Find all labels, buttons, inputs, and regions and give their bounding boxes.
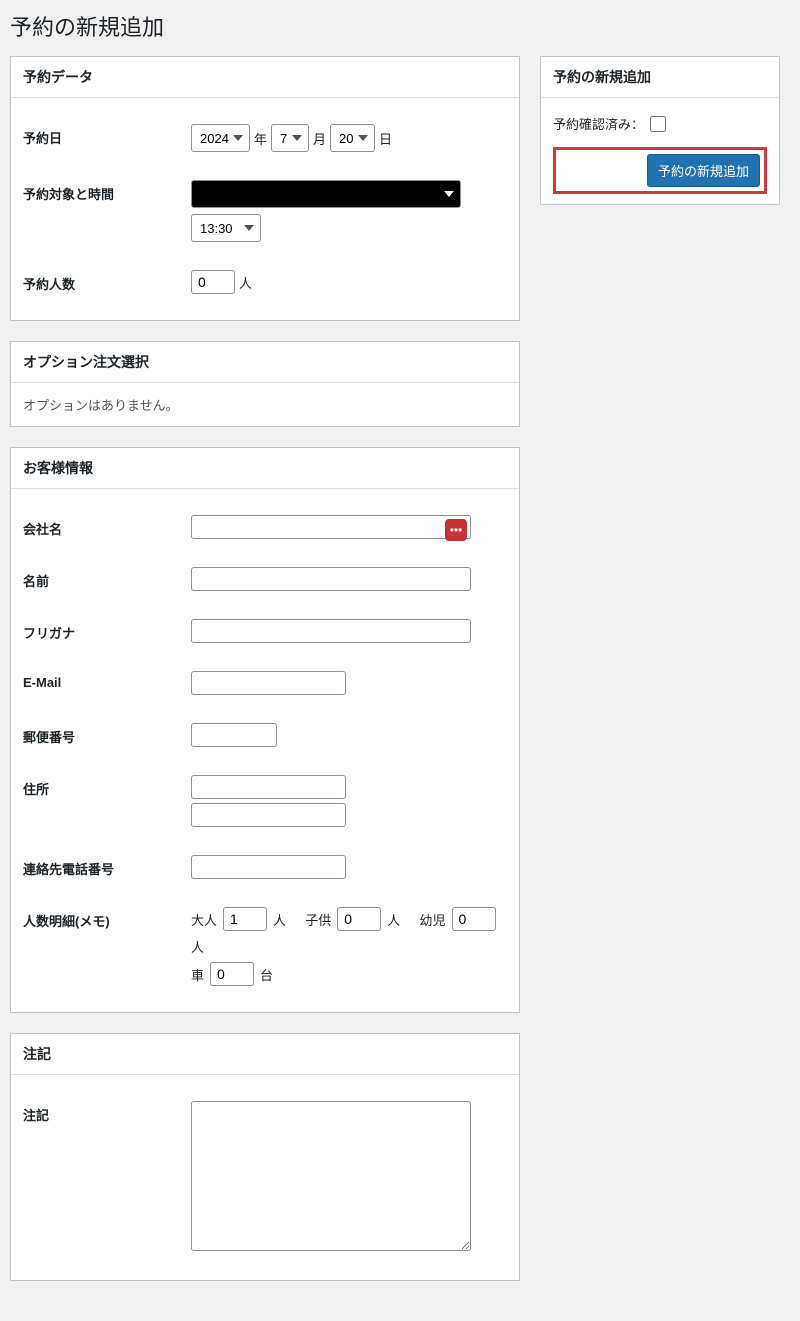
people-label: 予約人数 <box>23 270 191 293</box>
infant-input[interactable] <box>452 907 496 931</box>
kana-label: フリガナ <box>23 619 191 642</box>
note-label: 注記 <box>23 1101 191 1124</box>
car-input[interactable] <box>210 962 254 986</box>
child-input[interactable] <box>337 907 381 931</box>
submit-highlight-frame: 予約の新規追加 <box>553 147 767 194</box>
customer-heading: お客様情報 <box>11 448 519 489</box>
adult-unit: 人 <box>273 910 286 929</box>
people-unit: 人 <box>239 273 252 292</box>
month-select[interactable]: 7 <box>271 124 309 152</box>
infant-unit: 人 <box>191 937 204 956</box>
confirmed-label: 予約確認済み： <box>553 114 644 133</box>
submit-button[interactable]: 予約の新規追加 <box>647 154 760 187</box>
options-empty-text: オプションはありません。 <box>11 383 519 426</box>
detail-label: 人数明細(メモ) <box>23 907 191 930</box>
adult-label: 大人 <box>191 910 217 929</box>
address-label: 住所 <box>23 775 191 798</box>
target-label: 予約対象と時間 <box>23 180 191 203</box>
name-input[interactable] <box>191 567 471 591</box>
note-textarea[interactable] <box>191 1101 471 1251</box>
submit-box: 予約の新規追加 予約確認済み： 予約の新規追加 <box>540 56 780 205</box>
car-label: 車 <box>191 965 204 984</box>
notes-box: 注記 注記 <box>10 1033 520 1281</box>
day-unit: 日 <box>379 129 392 148</box>
options-box: オプション注文選択 オプションはありません。 <box>10 341 520 427</box>
day-select[interactable]: 20 <box>330 124 375 152</box>
address-input-2[interactable] <box>191 803 346 827</box>
infant-label: 幼児 <box>420 910 446 929</box>
child-unit: 人 <box>387 910 400 929</box>
confirmed-checkbox[interactable] <box>650 116 666 132</box>
email-input[interactable] <box>191 671 346 695</box>
password-manager-icon[interactable]: ••• <box>445 519 467 541</box>
date-label: 予約日 <box>23 124 191 147</box>
booking-data-heading: 予約データ <box>11 57 519 98</box>
car-unit: 台 <box>260 965 273 984</box>
month-unit: 月 <box>313 129 326 148</box>
address-input-1[interactable] <box>191 775 346 799</box>
email-label: E-Mail <box>23 671 191 690</box>
name-label: 名前 <box>23 567 191 590</box>
postal-label: 郵便番号 <box>23 723 191 746</box>
target-select[interactable] <box>191 180 461 208</box>
people-input[interactable] <box>191 270 235 294</box>
time-select[interactable]: 13:30 <box>191 214 261 242</box>
company-input[interactable] <box>191 515 471 539</box>
submit-heading: 予約の新規追加 <box>541 57 779 98</box>
notes-heading: 注記 <box>11 1034 519 1075</box>
phone-input[interactable] <box>191 855 346 879</box>
customer-box: お客様情報 会社名 ••• 名前 フリガナ <box>10 447 520 1013</box>
page-title: 予約の新規追加 <box>10 0 780 56</box>
company-label: 会社名 <box>23 515 191 538</box>
postal-input[interactable] <box>191 723 277 747</box>
adult-input[interactable] <box>223 907 267 931</box>
phone-label: 連絡先電話番号 <box>23 855 191 878</box>
year-select[interactable]: 2024 <box>191 124 250 152</box>
year-unit: 年 <box>254 129 267 148</box>
booking-data-box: 予約データ 予約日 2024 年 7 月 20 日 予約対象と時間 <box>10 56 520 321</box>
kana-input[interactable] <box>191 619 471 643</box>
child-label: 子供 <box>305 910 331 929</box>
options-heading: オプション注文選択 <box>11 342 519 383</box>
